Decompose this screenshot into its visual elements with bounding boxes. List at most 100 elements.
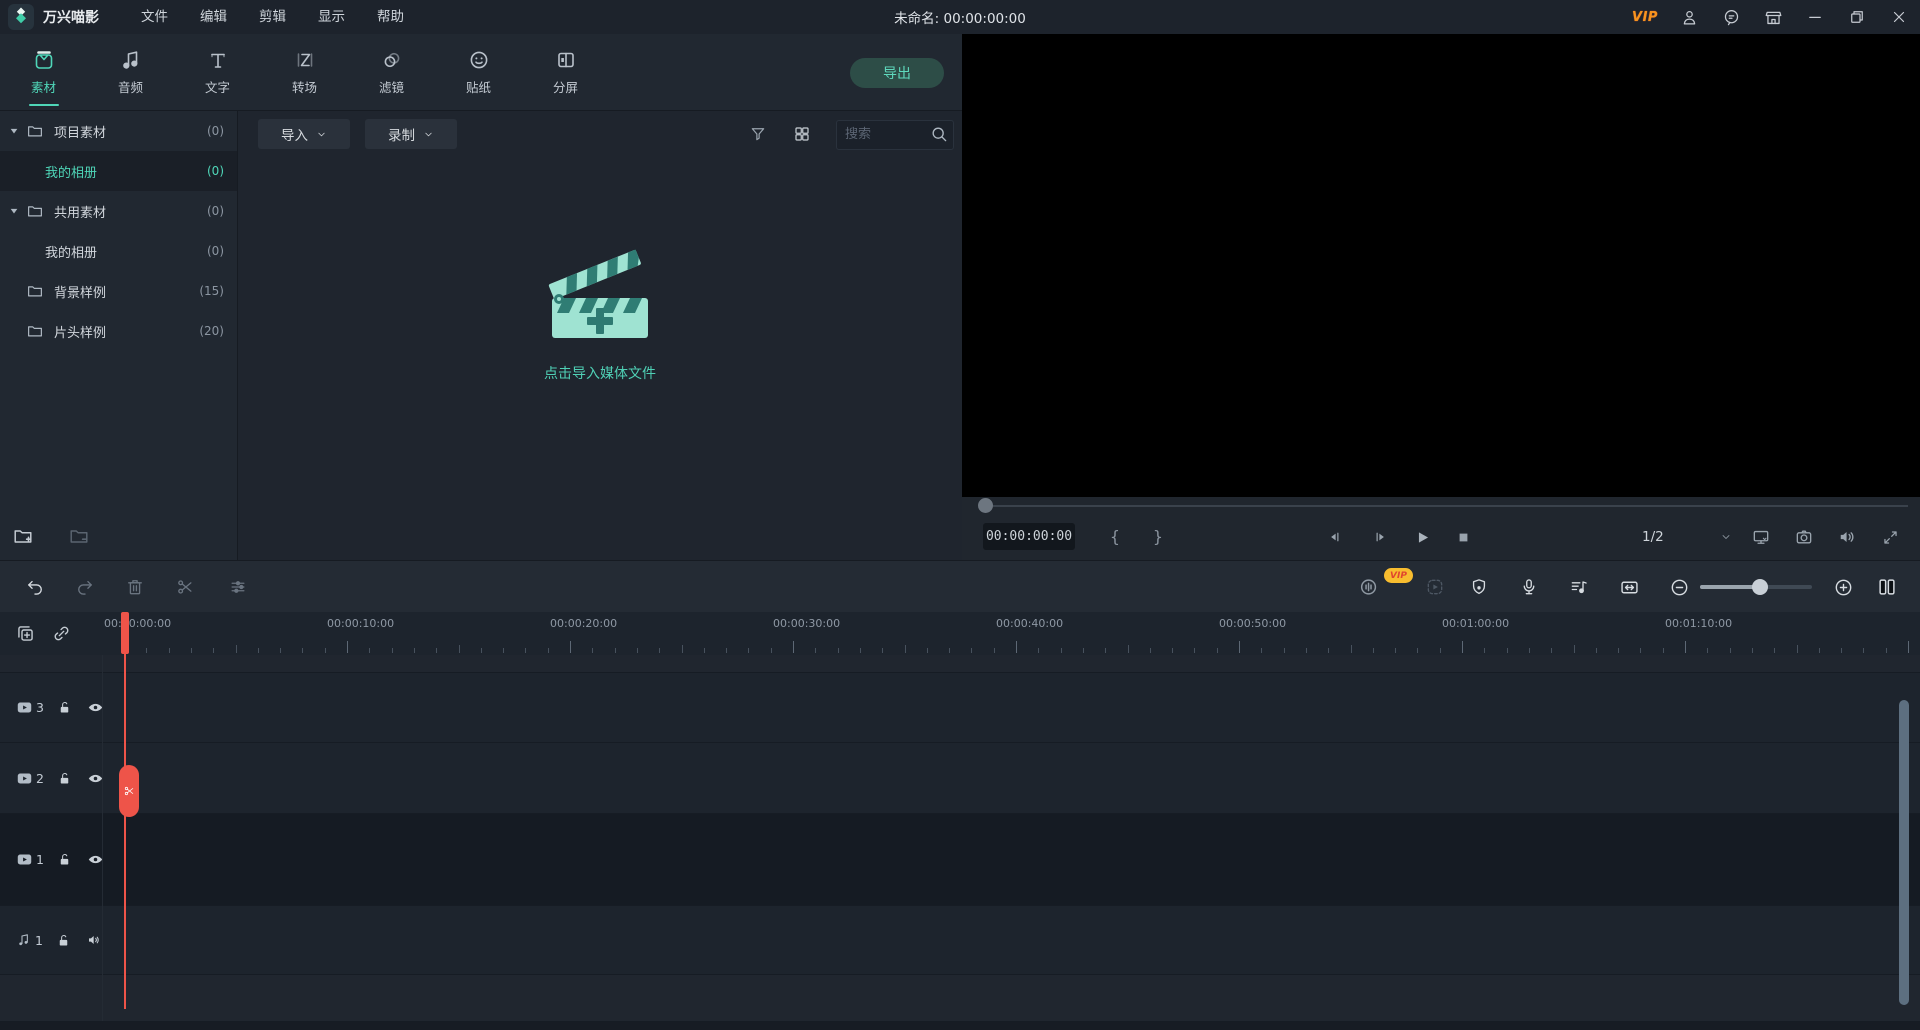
redo-icon[interactable]	[74, 576, 96, 598]
tab-transition[interactable]: 转场	[261, 34, 348, 110]
render-preview-icon[interactable]	[1358, 576, 1380, 598]
preview-seek-bar[interactable]	[962, 497, 1920, 515]
tree-item-background-samples[interactable]: 背景样例 (15)	[0, 271, 237, 311]
audio-mixer-icon[interactable]	[1568, 576, 1590, 598]
title-bar: 万兴喵影 文件 编辑 剪辑 显示 帮助 未命名: 00:00:00:00 VIP	[0, 0, 1920, 34]
tree-item-shared-media[interactable]: 共用素材 (0)	[0, 191, 237, 231]
audio-track-1-header: 1	[0, 906, 102, 974]
playhead-split-handle[interactable]	[119, 765, 139, 817]
timeline-empty-strip[interactable]	[0, 975, 1920, 1022]
lock-track-icon[interactable]	[57, 770, 72, 786]
fullscreen-icon[interactable]	[1878, 525, 1902, 549]
play-button[interactable]	[1410, 525, 1434, 549]
delete-icon[interactable]	[124, 576, 146, 598]
chevron-down-icon	[1720, 531, 1732, 543]
chevron-down-icon	[425, 132, 432, 136]
snapshot-camera-icon[interactable]	[1792, 525, 1816, 549]
video-track-icon	[16, 699, 33, 717]
export-button[interactable]: 导出	[850, 58, 944, 88]
mask-shield-icon[interactable]	[1468, 576, 1490, 598]
tab-splitscreen[interactable]: 分屏	[522, 34, 609, 110]
audio-track-1[interactable]: 1	[0, 906, 1920, 975]
menu-help[interactable]: 帮助	[361, 0, 420, 34]
preview-panel: 00:00:00:00 { } 1/2	[962, 34, 1920, 560]
menu-edit[interactable]: 编辑	[184, 0, 243, 34]
mark-in-button[interactable]: {	[1102, 523, 1128, 549]
tab-filter[interactable]: 滤镜	[348, 34, 435, 110]
tab-text[interactable]: 文字	[174, 34, 261, 110]
grid-view-icon[interactable]	[790, 122, 814, 146]
menu-clip[interactable]: 剪辑	[243, 0, 302, 34]
mark-out-button[interactable]: }	[1145, 523, 1171, 549]
track-header-divider	[102, 655, 103, 1021]
menu-file[interactable]: 文件	[125, 0, 184, 34]
vip-button[interactable]: VIP	[1622, 0, 1668, 34]
record-voiceover-mic-icon[interactable]	[1518, 576, 1540, 598]
store-icon[interactable]	[1752, 0, 1794, 34]
add-folder-icon[interactable]	[12, 525, 34, 547]
tab-audio[interactable]: 音频	[87, 34, 174, 110]
link-clips-icon[interactable]	[50, 623, 72, 645]
menu-view[interactable]: 显示	[302, 0, 361, 34]
current-timecode[interactable]: 00:00:00:00	[983, 523, 1075, 550]
lock-track-icon[interactable]	[56, 932, 71, 948]
lock-track-icon[interactable]	[57, 852, 72, 868]
app-name: 万兴喵影	[43, 10, 99, 26]
expand-caret-icon[interactable]	[9, 126, 19, 136]
account-icon[interactable]	[1668, 0, 1710, 34]
lock-track-icon[interactable]	[57, 700, 72, 716]
split-scissors-icon[interactable]	[174, 576, 196, 598]
import-button[interactable]: 导入	[258, 119, 350, 149]
feedback-icon[interactable]	[1710, 0, 1752, 34]
tab-sticker[interactable]: 贴纸	[435, 34, 522, 110]
project-title: 未命名: 00:00:00:00	[894, 11, 1026, 27]
preview-controls: 00:00:00:00 { } 1/2	[962, 515, 1920, 560]
tree-item-my-album-project[interactable]: 我的相册 (0)	[0, 151, 237, 191]
restore-button[interactable]	[1836, 0, 1878, 34]
volume-icon[interactable]	[1835, 525, 1859, 549]
search-box[interactable]	[836, 120, 954, 150]
filter-icon[interactable]	[746, 122, 770, 146]
record-button[interactable]: 录制	[365, 119, 457, 149]
minimize-button[interactable]	[1794, 0, 1836, 34]
previous-frame-button[interactable]	[1324, 525, 1348, 549]
adjust-properties-icon[interactable]	[227, 576, 249, 598]
zoom-to-fit-icon[interactable]	[1618, 576, 1640, 598]
playhead-head[interactable]	[121, 612, 129, 654]
next-frame-button[interactable]	[1367, 525, 1391, 549]
display-device-icon[interactable]	[1749, 525, 1773, 549]
zoom-in-icon[interactable]	[1832, 576, 1854, 598]
video-viewport[interactable]	[962, 34, 1920, 497]
app-logo-icon	[8, 4, 34, 30]
video-track-3[interactable]: 3	[0, 673, 1920, 743]
undo-icon[interactable]	[24, 576, 46, 598]
preview-page-select[interactable]: 1/2	[1630, 523, 1740, 550]
timeline-ruler[interactable]: 00:00:00:00 00:00:10:00 00:00:20:00 00:0…	[0, 612, 1920, 656]
folder-icon	[26, 282, 44, 300]
auto-play-render-icon[interactable]	[1424, 576, 1446, 598]
search-icon[interactable]	[929, 124, 949, 144]
stop-button[interactable]	[1451, 525, 1475, 549]
tree-item-project-media[interactable]: 项目素材 (0)	[0, 111, 237, 151]
add-track-icon[interactable]	[14, 623, 36, 645]
tree-item-my-album-shared[interactable]: 我的相册 (0)	[0, 231, 237, 271]
seek-handle[interactable]	[978, 498, 993, 513]
video-track-icon	[16, 769, 33, 787]
tree-item-intro-samples[interactable]: 片头样例 (20)	[0, 311, 237, 351]
zoom-slider-handle[interactable]	[1752, 579, 1768, 595]
zoom-out-icon[interactable]	[1668, 576, 1690, 598]
search-input[interactable]	[837, 121, 931, 147]
tab-media[interactable]: 素材	[0, 34, 87, 110]
timeline-vertical-scrollbar[interactable]	[1899, 700, 1909, 1005]
expand-caret-icon[interactable]	[9, 206, 19, 216]
timeline-zoom-slider[interactable]	[1700, 579, 1812, 595]
import-media-empty-state[interactable]: 点击导入媒体文件	[238, 241, 962, 383]
video-track-2[interactable]: 2	[0, 743, 1920, 814]
seek-track[interactable]	[992, 505, 1908, 507]
dual-panel-toggle-icon[interactable]	[1876, 576, 1898, 598]
mute-speaker-icon[interactable]	[86, 931, 102, 949]
close-button[interactable]	[1878, 0, 1920, 34]
video-track-1[interactable]: 1	[0, 814, 1920, 906]
delete-folder-icon[interactable]	[68, 525, 90, 547]
timeline-drop-strip[interactable]	[0, 655, 1920, 673]
